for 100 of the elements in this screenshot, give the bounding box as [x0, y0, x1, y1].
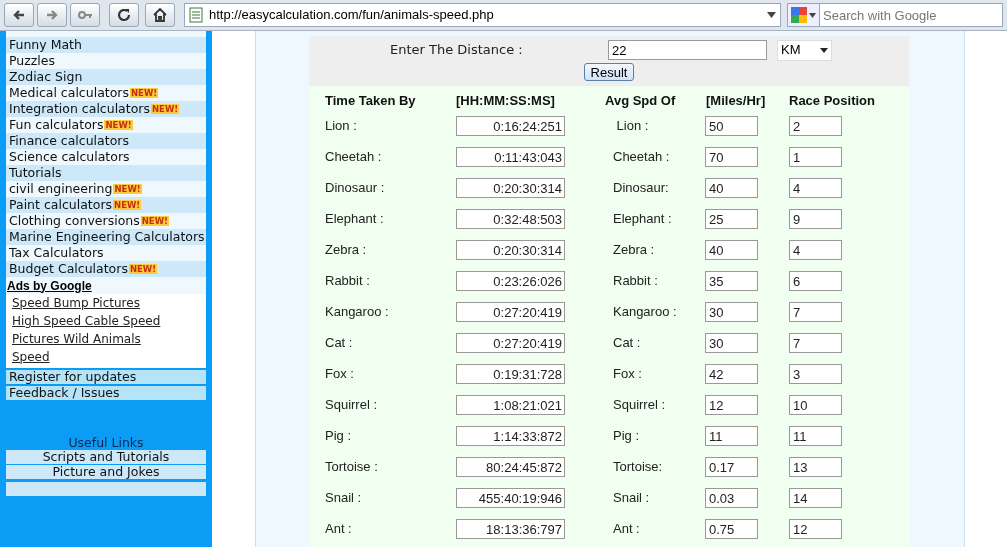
caret-icon[interactable] [767, 12, 776, 18]
speed-field[interactable]: 42 [705, 364, 758, 384]
speed-field[interactable]: 12 [705, 395, 758, 415]
animal-label: Elephant : [325, 210, 385, 228]
position-field[interactable]: 4 [789, 240, 842, 260]
animal-label: Snail : [613, 489, 651, 507]
animal-label: Pig : [613, 427, 640, 445]
time-field[interactable]: 0:19:31:728 [456, 364, 565, 384]
position-field[interactable]: 12 [789, 519, 842, 539]
sidebar-link[interactable]: Integration calculators [9, 102, 150, 116]
key-button[interactable] [70, 3, 100, 27]
animal-label: Dinosaur: [613, 179, 670, 197]
speed-field[interactable]: 0.17 [705, 457, 758, 477]
position-field[interactable]: 6 [789, 271, 842, 291]
ad-link[interactable]: Pictures Wild Animals [12, 330, 141, 348]
home-icon [152, 7, 168, 23]
time-field[interactable]: 0:11:43:043 [456, 147, 565, 167]
column-header: [Miles/Hr] [706, 92, 767, 111]
column-header: [HH:MM:SS:MS] [456, 92, 556, 111]
time-field[interactable]: 0:23:26:026 [456, 271, 565, 291]
time-field[interactable]: 0:32:48:503 [456, 209, 565, 229]
distance-input[interactable]: 22 [608, 40, 767, 60]
search-field[interactable]: Search with Google [820, 3, 1003, 27]
position-field[interactable]: 1 [789, 147, 842, 167]
speed-field[interactable]: 30 [705, 333, 758, 353]
position-field[interactable]: 3 [789, 364, 842, 384]
new-badge: NEW! [113, 184, 142, 194]
sidebar-link[interactable]: Register for updates [6, 370, 206, 384]
position-field[interactable]: 7 [789, 333, 842, 353]
address-bar[interactable]: http://easycalculation.com/fun/animals-speed.php [184, 3, 781, 27]
position-field[interactable]: 11 [789, 426, 842, 446]
useful-link[interactable]: Scripts and Tutorials [6, 450, 206, 464]
position-field[interactable]: 13 [789, 457, 842, 477]
position-field[interactable]: 9 [789, 209, 842, 229]
time-field[interactable]: 0:16:24:251 [456, 116, 565, 136]
animal-label: Tortoise: [613, 458, 664, 476]
caret-icon [809, 12, 816, 18]
sidebar-link[interactable]: Paint calculators [9, 198, 113, 212]
new-badge: NEW! [130, 88, 159, 98]
position-field[interactable]: 10 [789, 395, 842, 415]
result-button[interactable]: Result [583, 63, 635, 81]
speed-field[interactable]: 30 [705, 302, 758, 322]
speed-field[interactable]: 40 [705, 178, 758, 198]
time-field[interactable]: 1:14:33:872 [456, 426, 565, 446]
speed-field[interactable]: 25 [705, 209, 758, 229]
time-field[interactable]: 0:27:20:419 [456, 302, 565, 322]
speed-field[interactable]: 40 [705, 240, 758, 260]
ad-link[interactable]: Speed Bump Pictures [12, 294, 140, 312]
reload-button[interactable] [109, 3, 139, 27]
url-text: http://easycalculation.com/fun/animals-speed.php [209, 6, 495, 25]
time-field[interactable]: 455:40:19:946 [456, 488, 565, 508]
time-field[interactable]: 0:27:20:419 [456, 333, 565, 353]
animal-label: Elephant : [613, 210, 673, 228]
time-field[interactable]: 0:20:30:314 [456, 240, 565, 260]
speed-field[interactable]: 11 [705, 426, 758, 446]
sidebar-link[interactable]: Medical calculators [9, 86, 129, 100]
time-field[interactable]: 18:13:36:797 [456, 519, 565, 539]
sidebar-link[interactable]: Fun calculators [9, 118, 104, 132]
animal-label: Cat : [613, 334, 642, 352]
new-badge: NEW! [104, 120, 133, 130]
animal-label: Cheetah : [325, 148, 383, 166]
animal-label: Lion : [615, 117, 650, 135]
time-field[interactable]: 1:08:21:021 [456, 395, 565, 415]
sidebar-link[interactable]: Feedback / Issues [6, 386, 206, 400]
new-badge: NEW! [140, 216, 169, 226]
page-icon [189, 7, 203, 23]
animal-label: Zebra : [325, 241, 368, 259]
speed-field[interactable]: 0.75 [705, 519, 758, 539]
column-header: Time Taken By [325, 92, 417, 111]
speed-field[interactable]: 35 [705, 271, 758, 291]
animal-label: Dinosaur : [325, 179, 386, 197]
ad-link[interactable]: High Speed Cable Speed [12, 312, 161, 330]
sidebar-link[interactable]: Clothing conversions [9, 214, 140, 228]
position-field[interactable]: 14 [789, 488, 842, 508]
column-header: Avg Spd Of [605, 92, 677, 111]
ad-link[interactable]: Speed [12, 348, 50, 366]
position-field[interactable]: 7 [789, 302, 842, 322]
sidebar-link[interactable]: Budget Calculators [9, 262, 128, 276]
time-field[interactable]: 0:20:30:314 [456, 178, 565, 198]
animal-label: Pig : [325, 427, 352, 445]
search-engine-button[interactable] [787, 3, 820, 27]
useful-links-heading: Useful Links [67, 436, 145, 449]
position-field[interactable]: 2 [789, 116, 842, 136]
distance-label: Enter The Distance : [390, 41, 524, 60]
animal-label: Rabbit : [613, 272, 659, 290]
back-button[interactable] [4, 3, 34, 27]
animal-label: Ant : [613, 520, 641, 538]
unit-select[interactable]: KM [777, 39, 832, 61]
home-button[interactable] [145, 3, 175, 27]
time-field[interactable]: 80:24:45:872 [456, 457, 565, 477]
useful-link[interactable]: Picture and Jokes [6, 465, 206, 479]
position-field[interactable]: 4 [789, 178, 842, 198]
animal-label: Fox : [325, 365, 355, 383]
animal-label: Cat : [325, 334, 354, 352]
speed-field[interactable]: 0.03 [705, 488, 758, 508]
speed-field[interactable]: 70 [705, 147, 758, 167]
speed-field[interactable]: 50 [705, 116, 758, 136]
sidebar-link[interactable]: civil engineering [9, 182, 113, 196]
animal-label: Zebra : [613, 241, 656, 259]
animal-label: Rabbit : [325, 272, 371, 290]
